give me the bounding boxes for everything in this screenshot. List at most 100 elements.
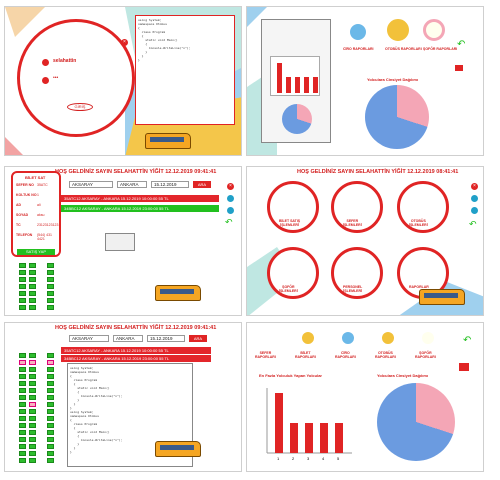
refresh-icon[interactable]	[227, 207, 234, 214]
trip-row-1[interactable]: 35ATC12 AKSARAY - ANKARA 15.12.2019 10:0…	[61, 195, 219, 202]
bus-report-icon[interactable]	[387, 19, 409, 41]
seat[interactable]	[47, 388, 54, 393]
seat[interactable]	[29, 284, 36, 289]
trip-row-2[interactable]: 34BBC12 AKSARAY - ANKARA 15.12.2019 23:0…	[61, 355, 211, 362]
seat[interactable]	[29, 395, 36, 400]
date-field[interactable]: 15.12.2019	[147, 335, 185, 342]
seat[interactable]	[19, 451, 26, 456]
seat[interactable]	[29, 277, 36, 282]
seat[interactable]	[19, 416, 26, 421]
seat[interactable]	[47, 409, 54, 414]
seat[interactable]	[19, 409, 26, 414]
seat[interactable]	[47, 367, 54, 372]
report-tab-icon[interactable]	[259, 329, 277, 347]
seat[interactable]	[19, 353, 26, 358]
from-field[interactable]: AKSARAY	[69, 335, 109, 342]
seat[interactable]	[47, 270, 54, 275]
ticket-value[interactable]: 23123123123	[37, 223, 58, 227]
report-tab-label[interactable]: SEFER RAPORLARI	[255, 351, 276, 359]
seat[interactable]	[29, 458, 36, 463]
report-tab-icon[interactable]	[299, 329, 317, 347]
seat[interactable]	[19, 395, 26, 400]
seat[interactable]	[47, 277, 54, 282]
report-tab-icon[interactable]	[339, 329, 357, 347]
seat[interactable]	[47, 458, 54, 463]
seat[interactable]	[47, 402, 54, 407]
close-icon[interactable]: ×	[121, 39, 128, 46]
seat[interactable]	[29, 298, 36, 303]
seat[interactable]	[47, 395, 54, 400]
ticket-value[interactable]: aksu	[37, 213, 44, 217]
close-icon[interactable]: ×	[471, 183, 478, 190]
seat[interactable]	[19, 430, 26, 435]
tab-otobus[interactable]: OTOBÜS RAPORLARI	[385, 47, 422, 51]
seat[interactable]	[47, 423, 54, 428]
trip-row-1[interactable]: 35ATC12 AKSARAY - ANKARA 15.12.2019 10:0…	[61, 347, 211, 354]
ticket-value[interactable]: 1	[37, 193, 39, 197]
seat[interactable]	[19, 291, 26, 296]
search-button[interactable]: ARA	[193, 181, 211, 188]
seat[interactable]	[47, 360, 54, 365]
to-field[interactable]: ANKARA	[113, 335, 143, 342]
tab-ciro[interactable]: CİRO RAPORLARI	[343, 47, 374, 51]
seat[interactable]	[19, 374, 26, 379]
ticket-value[interactable]: 35ATC	[37, 183, 48, 187]
report-tab-icon[interactable]	[419, 329, 437, 347]
seat[interactable]	[19, 277, 26, 282]
date-field[interactable]: 15.12.2019	[151, 181, 189, 188]
seat[interactable]	[29, 305, 36, 310]
trip-row-2[interactable]: 34BBC12 AKSARAY - ANKARA 15.12.2019 23:0…	[61, 205, 219, 212]
ticket-value[interactable]: (544) 431 4421	[37, 233, 59, 241]
seat[interactable]	[47, 284, 54, 289]
sefer-report-icon[interactable]	[347, 21, 369, 43]
seat[interactable]	[29, 416, 36, 421]
report-tab-label[interactable]: ŞOFÖR RAPORLARI	[415, 351, 436, 359]
seat[interactable]	[29, 374, 36, 379]
seat[interactable]	[19, 284, 26, 289]
back-arrow-icon[interactable]: ↶	[225, 217, 233, 228]
close-icon[interactable]: ×	[227, 183, 234, 190]
seat[interactable]	[19, 305, 26, 310]
seat[interactable]	[19, 437, 26, 442]
seat[interactable]	[19, 444, 26, 449]
seat[interactable]	[19, 367, 26, 372]
search-button[interactable]: ARA	[189, 335, 207, 342]
seat[interactable]	[47, 353, 54, 358]
seat[interactable]	[47, 451, 54, 456]
password-field[interactable]: •••	[53, 75, 58, 81]
seat[interactable]	[19, 458, 26, 463]
back-arrow-icon[interactable]: ↶	[469, 219, 477, 230]
tab-sofor[interactable]: ŞOFÖR RAPORLARI	[423, 47, 457, 51]
driver-report-icon[interactable]	[423, 19, 445, 41]
username-field[interactable]: selahattin	[53, 58, 76, 64]
refresh-icon[interactable]	[471, 207, 478, 214]
seat[interactable]	[29, 291, 36, 296]
seat[interactable]	[19, 381, 26, 386]
seat[interactable]	[29, 409, 36, 414]
settings-icon[interactable]	[227, 195, 234, 202]
seat[interactable]	[47, 381, 54, 386]
seat[interactable]	[29, 270, 36, 275]
to-field[interactable]: ANKARA	[117, 181, 147, 188]
seat[interactable]	[19, 270, 26, 275]
print-icon[interactable]	[459, 363, 469, 371]
seat[interactable]	[47, 374, 54, 379]
seat[interactable]	[47, 263, 54, 268]
seat[interactable]	[29, 263, 36, 268]
seat[interactable]	[29, 430, 36, 435]
seat[interactable]	[29, 423, 36, 428]
seat[interactable]	[29, 388, 36, 393]
seat[interactable]	[47, 437, 54, 442]
back-arrow-icon[interactable]: ↶	[463, 335, 471, 346]
seat[interactable]	[19, 423, 26, 428]
seat[interactable]	[19, 360, 26, 365]
seat[interactable]	[19, 298, 26, 303]
report-tab-icon[interactable]	[379, 329, 397, 347]
seat[interactable]	[19, 388, 26, 393]
seat[interactable]	[29, 381, 36, 386]
report-tab-label[interactable]: CİRO RAPORLARI	[335, 351, 356, 359]
seat[interactable]	[29, 353, 36, 358]
report-tab-label[interactable]: OTOBÜS RAPORLARI	[375, 351, 396, 359]
back-arrow-icon[interactable]: ↶	[457, 39, 465, 50]
seat[interactable]	[29, 402, 36, 407]
